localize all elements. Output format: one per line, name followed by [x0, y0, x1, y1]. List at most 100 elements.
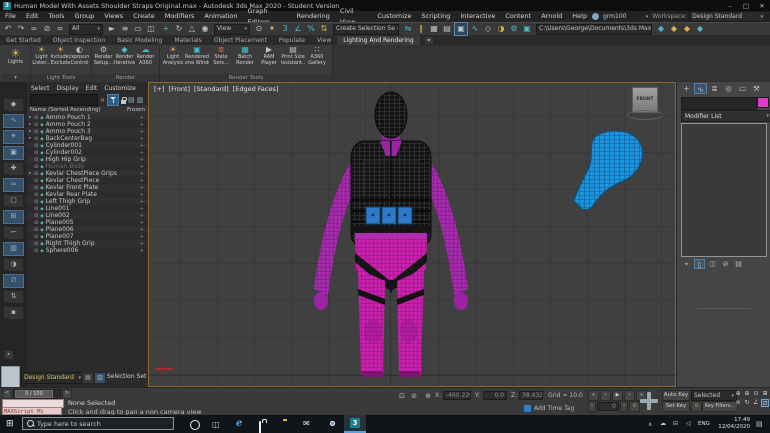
next-frame-icon[interactable]: › [624, 390, 635, 401]
clear-search-icon[interactable]: ✕ [100, 97, 105, 104]
scene-object-row[interactable]: ▸ Kevlar ChestPiece Grips [27, 170, 148, 177]
object-color-swatch[interactable] [757, 97, 769, 108]
add-time-tag[interactable]: Add Time Tag [534, 405, 574, 412]
set-key-button[interactable]: Set Key [662, 401, 690, 412]
display-shapes-icon[interactable]: ∿ [3, 114, 24, 128]
angle-snap-icon[interactable]: ∠ [292, 23, 304, 35]
scene-object-row[interactable]: Plane005 [27, 219, 148, 226]
maxscript-listener-line[interactable]: MAXScript Mi [2, 407, 62, 415]
play-icon[interactable]: ▶ [612, 390, 623, 401]
render-a360-button[interactable]: ☁ Render A360 [135, 45, 156, 74]
frozen-toggle-icon[interactable] [140, 219, 148, 226]
scene-object-row[interactable]: Line002 [27, 212, 148, 219]
scene-object-row[interactable]: Line001 [27, 205, 148, 212]
undo-icon[interactable]: ↶ [2, 23, 14, 35]
explorer-column-header[interactable]: Name (Sorted Ascending) Frozen [27, 106, 148, 114]
ribbon-tab[interactable]: Basic Modeling [111, 36, 168, 45]
viewcube[interactable]: FRONT [627, 87, 663, 127]
frozen-toggle-icon[interactable] [140, 240, 148, 247]
user-account-dropdown[interactable]: grm100 [601, 12, 650, 21]
action-center-icon[interactable]: ▤ [756, 420, 763, 428]
display-spacewarps-icon[interactable]: ≈ [3, 178, 24, 192]
selection-filter-dropdown[interactable]: All [69, 23, 103, 35]
scene-object-row[interactable]: Human Body [27, 163, 148, 170]
viewport-menu-general[interactable]: [+] [154, 85, 165, 93]
set-key-filter-icon[interactable]: ⊙ [691, 401, 702, 412]
exposure-control-button[interactable]: ◐ Exposure Control [70, 45, 89, 74]
hierarchy-tab[interactable]: ≣ [708, 83, 721, 94]
pin-explorer-icon[interactable]: ▪ [3, 306, 24, 320]
filter-funnel-icon[interactable] [107, 94, 120, 106]
network-icon[interactable]: ⊟ [673, 420, 678, 427]
select-and-place-icon[interactable]: ◉ [199, 23, 211, 35]
3ds-max-taskbar-icon[interactable]: 3 [344, 415, 366, 433]
tray-expand-icon[interactable]: ∧ [648, 421, 652, 428]
scene-object-row[interactable]: Kevlar Front Plate [27, 184, 148, 191]
display-lights-icon[interactable]: ☀ [3, 130, 24, 144]
material-editor-icon[interactable]: ◑ [495, 23, 507, 35]
scene-object-row[interactable]: Plane007 [27, 233, 148, 240]
ribbon-tab[interactable]: Get Started [0, 36, 47, 45]
frozen-toggle-icon[interactable] [140, 226, 148, 233]
key-mode-icon[interactable]: ⊙ [629, 401, 640, 412]
zoom-extents-icon[interactable]: ⊙ [752, 390, 760, 398]
scene-object-row[interactable]: Right Thigh Grip [27, 240, 148, 247]
zoom-extents-all-icon[interactable]: ⊞ [761, 390, 769, 398]
ribbon-toggle-icon[interactable]: ▣ [454, 22, 468, 36]
mail-icon[interactable]: ✉ [303, 419, 310, 428]
time-slider-handle[interactable]: 0 / 100 [15, 390, 53, 398]
explorer-menu-item[interactable]: Edit [86, 85, 98, 92]
absolute-mode-icon[interactable]: ⊕ [423, 391, 433, 401]
show-end-result-icon[interactable]: ▯ [694, 259, 705, 269]
rollout-splitter[interactable] [697, 308, 751, 309]
frozen-toggle-icon[interactable] [140, 184, 148, 191]
menu-item[interactable]: Edit [21, 11, 44, 22]
selection-set-dropdown[interactable]: Selected [691, 390, 737, 401]
viewcube-face[interactable]: FRONT [632, 87, 658, 113]
ribbon-tab[interactable]: Object Inspection [47, 36, 111, 45]
store-icon[interactable] [259, 421, 261, 433]
display-helpers-icon[interactable]: ✚ [3, 162, 24, 176]
display-bones-icon[interactable]: ⌐ [3, 226, 24, 240]
configure-modifier-sets-icon[interactable]: ▤ [733, 259, 744, 269]
frozen-toggle-icon[interactable] [140, 191, 148, 198]
select-and-scale-icon[interactable]: △ [186, 23, 198, 35]
rectangular-selection-icon[interactable]: ▭ [132, 23, 144, 35]
frozen-toggle-icon[interactable] [140, 247, 148, 254]
state-sets-button[interactable]: ≣ State Sets... [209, 45, 233, 74]
frozen-toggle-icon[interactable] [140, 163, 148, 170]
display-tab[interactable]: ▭ [736, 83, 749, 94]
frozen-toggle-icon[interactable] [140, 198, 148, 205]
menu-item[interactable]: Modifiers [160, 11, 200, 22]
minimize-button[interactable]: – [722, 2, 738, 10]
scene-object-row[interactable]: ▸ Ammo Pouch 3 [27, 128, 148, 135]
menu-item[interactable]: Rendering [292, 11, 335, 22]
a360-gallery-button[interactable]: ∷ A360 Gallery [305, 45, 329, 74]
frozen-toggle-icon[interactable] [140, 149, 148, 156]
render-iterative-icon[interactable]: ◆ [668, 23, 680, 35]
lock-icon[interactable] [121, 96, 127, 104]
scene-object-row[interactable]: Sphere006 [27, 247, 148, 254]
utilities-tab[interactable]: ⚒ [750, 83, 763, 94]
curve-editor-icon[interactable]: ∿ [469, 23, 481, 35]
task-view-icon[interactable]: ◫ [212, 420, 220, 429]
orbit-icon[interactable]: ↻ [743, 399, 751, 407]
scene-object-row[interactable]: Cylinder002 [27, 149, 148, 156]
taskbar-search[interactable]: Type here to search [22, 417, 174, 430]
scene-object-row[interactable]: Kevlar Rear Plate [27, 191, 148, 198]
sync-selection-icon[interactable]: ⇅ [3, 290, 24, 304]
spinner-snap-icon[interactable]: ⇅ [318, 23, 330, 35]
schematic-view-icon[interactable]: ◇ [482, 23, 494, 35]
viewport-menu-shading[interactable]: [Edged Faces] [233, 85, 279, 93]
percent-snap-icon[interactable]: % [305, 23, 317, 35]
menu-item[interactable]: Help [567, 11, 592, 22]
include-exclude-button[interactable]: ☀ Include/ Exclude [51, 45, 70, 74]
sheet-alt-icon[interactable]: ▥ [137, 96, 144, 104]
select-and-move-icon[interactable]: + [160, 23, 172, 35]
print-size-assistant-button[interactable]: ▤ Print Size Assistant... [281, 45, 305, 74]
frozen-toggle-icon[interactable] [140, 121, 148, 128]
scene-object-row[interactable]: ▸ BackCenterBag [27, 135, 148, 142]
ribbon-tab[interactable]: Populate [273, 36, 311, 45]
edge-icon[interactable]: e [236, 418, 242, 429]
menu-item[interactable]: File [0, 11, 21, 22]
